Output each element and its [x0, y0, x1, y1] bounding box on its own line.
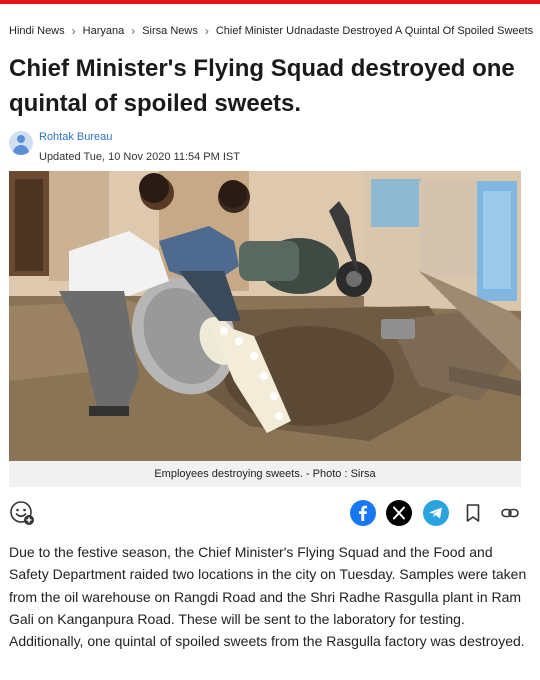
author-link[interactable]: Rohtak Bureau	[39, 130, 240, 144]
bookmark-icon[interactable]	[460, 500, 486, 526]
breadcrumb: Hindi News › Haryana › Sirsa News › Chie…	[9, 24, 537, 38]
top-accent-bar	[0, 0, 540, 4]
chevron-right-icon: ›	[131, 24, 136, 38]
reaction-icon[interactable]	[9, 500, 35, 526]
telegram-icon[interactable]	[423, 500, 449, 526]
article-body: Due to the festive season, the Chief Min…	[9, 544, 527, 650]
breadcrumb-hindi-news[interactable]: Hindi News	[9, 25, 65, 37]
updated-timestamp: Updated Tue, 10 Nov 2020 11:54 PM IST	[39, 151, 240, 163]
byline: Rohtak Bureau Updated Tue, 10 Nov 2020 1…	[9, 130, 240, 164]
link-icon[interactable]	[497, 500, 523, 526]
author-avatar[interactable]	[9, 131, 33, 155]
breadcrumb-sirsa-news[interactable]: Sirsa News	[142, 25, 198, 37]
share-toolbar	[0, 497, 540, 529]
article-headline: Chief Minister's Flying Squad destroyed …	[9, 55, 515, 117]
breadcrumb-current-article: Chief Minister Udnadaste Destroyed A Qui…	[215, 25, 534, 37]
chevron-right-icon: ›	[71, 24, 76, 38]
photo-caption: Employees destroying sweets. - Photo : S…	[9, 461, 521, 487]
x-icon[interactable]	[386, 500, 412, 526]
chevron-right-icon: ›	[204, 24, 209, 38]
article-photo	[9, 171, 521, 461]
facebook-icon[interactable]	[350, 500, 376, 526]
breadcrumb-haryana[interactable]: Haryana	[83, 25, 125, 37]
